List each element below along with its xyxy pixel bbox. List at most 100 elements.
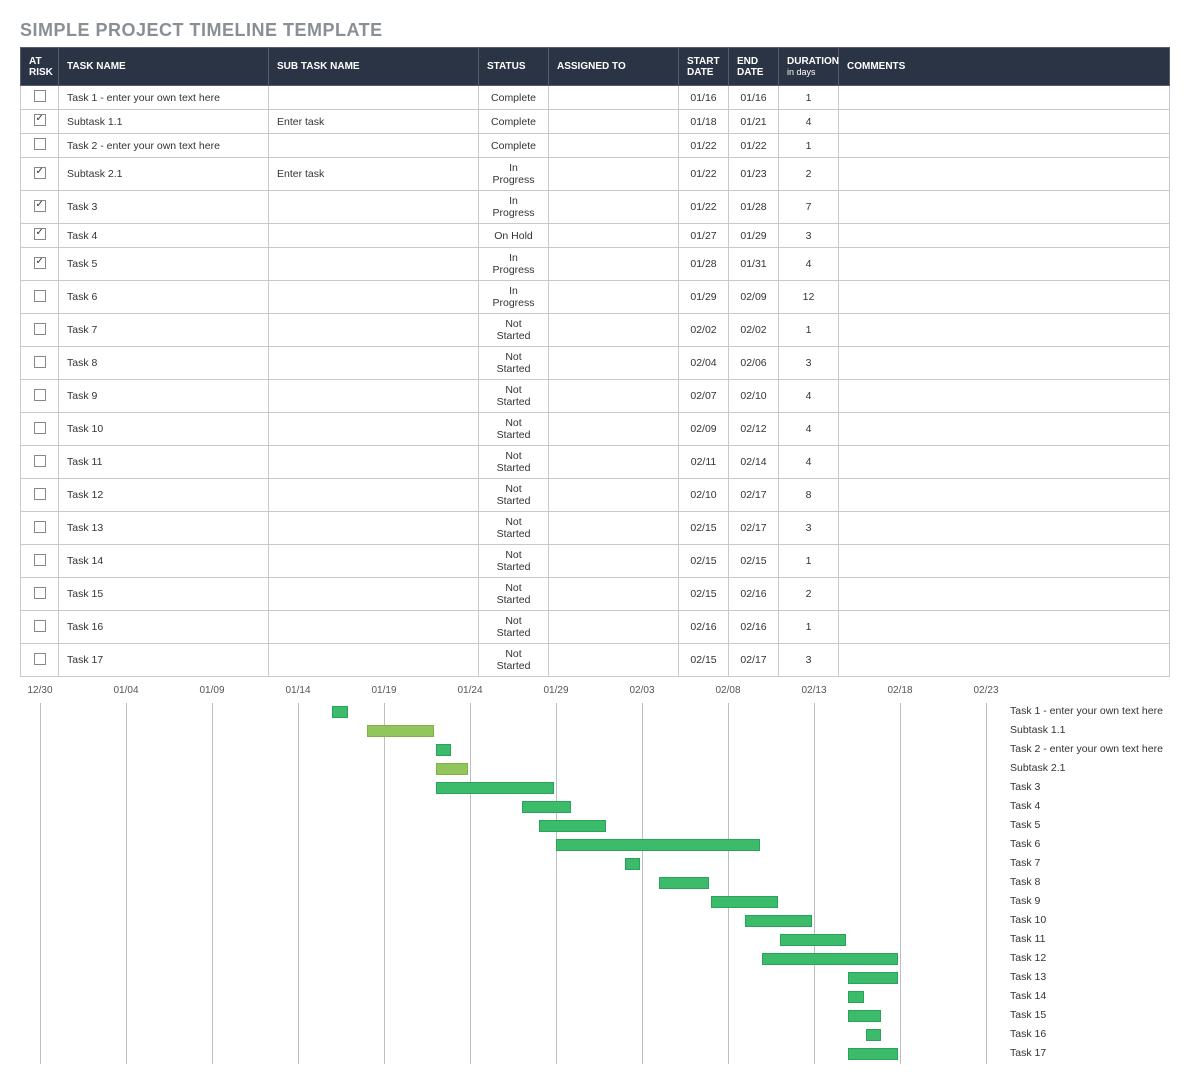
task-name-cell[interactable]: Task 16 bbox=[59, 611, 269, 644]
assigned-cell[interactable] bbox=[549, 512, 679, 545]
gantt-bar[interactable] bbox=[332, 706, 347, 718]
sub-task-cell[interactable] bbox=[269, 347, 479, 380]
task-name-cell[interactable]: Task 14 bbox=[59, 545, 269, 578]
start-date-cell[interactable]: 02/16 bbox=[679, 611, 729, 644]
end-date-cell[interactable]: 01/16 bbox=[729, 86, 779, 110]
assigned-cell[interactable] bbox=[549, 281, 679, 314]
end-date-cell[interactable]: 02/16 bbox=[729, 611, 779, 644]
end-date-cell[interactable]: 02/10 bbox=[729, 380, 779, 413]
at-risk-cell[interactable] bbox=[21, 611, 59, 644]
start-date-cell[interactable]: 02/15 bbox=[679, 545, 729, 578]
sub-task-cell[interactable]: Enter task bbox=[269, 158, 479, 191]
start-date-cell[interactable]: 02/15 bbox=[679, 512, 729, 545]
comments-cell[interactable] bbox=[839, 512, 1170, 545]
start-date-cell[interactable]: 01/29 bbox=[679, 281, 729, 314]
checkbox-icon[interactable] bbox=[34, 167, 46, 179]
assigned-cell[interactable] bbox=[549, 314, 679, 347]
end-date-cell[interactable]: 01/31 bbox=[729, 248, 779, 281]
at-risk-cell[interactable] bbox=[21, 248, 59, 281]
sub-task-cell[interactable] bbox=[269, 281, 479, 314]
start-date-cell[interactable]: 01/18 bbox=[679, 110, 729, 134]
task-name-cell[interactable]: Task 4 bbox=[59, 224, 269, 248]
task-name-cell[interactable]: Task 10 bbox=[59, 413, 269, 446]
comments-cell[interactable] bbox=[839, 134, 1170, 158]
status-cell[interactable]: Not Started bbox=[479, 446, 549, 479]
status-cell[interactable]: Complete bbox=[479, 110, 549, 134]
task-name-cell[interactable]: Subtask 1.1 bbox=[59, 110, 269, 134]
assigned-cell[interactable] bbox=[549, 191, 679, 224]
comments-cell[interactable] bbox=[839, 479, 1170, 512]
task-name-cell[interactable]: Task 9 bbox=[59, 380, 269, 413]
status-cell[interactable]: In Progress bbox=[479, 248, 549, 281]
comments-cell[interactable] bbox=[839, 224, 1170, 248]
comments-cell[interactable] bbox=[839, 110, 1170, 134]
checkbox-icon[interactable] bbox=[34, 257, 46, 269]
end-date-cell[interactable]: 02/17 bbox=[729, 512, 779, 545]
start-date-cell[interactable]: 02/09 bbox=[679, 413, 729, 446]
status-cell[interactable]: Not Started bbox=[479, 545, 549, 578]
start-date-cell[interactable]: 02/15 bbox=[679, 578, 729, 611]
assigned-cell[interactable] bbox=[549, 578, 679, 611]
assigned-cell[interactable] bbox=[549, 158, 679, 191]
gantt-bar[interactable] bbox=[848, 1010, 880, 1022]
comments-cell[interactable] bbox=[839, 158, 1170, 191]
assigned-cell[interactable] bbox=[549, 446, 679, 479]
sub-task-cell[interactable] bbox=[269, 446, 479, 479]
at-risk-cell[interactable] bbox=[21, 512, 59, 545]
status-cell[interactable]: In Progress bbox=[479, 158, 549, 191]
gantt-bar[interactable] bbox=[848, 991, 863, 1003]
gantt-bar[interactable] bbox=[780, 934, 847, 946]
sub-task-cell[interactable] bbox=[269, 224, 479, 248]
start-date-cell[interactable]: 02/10 bbox=[679, 479, 729, 512]
gantt-bar[interactable] bbox=[436, 744, 451, 756]
sub-task-cell[interactable] bbox=[269, 479, 479, 512]
checkbox-icon[interactable] bbox=[34, 521, 46, 533]
checkbox-icon[interactable] bbox=[34, 90, 46, 102]
end-date-cell[interactable]: 01/21 bbox=[729, 110, 779, 134]
at-risk-cell[interactable] bbox=[21, 479, 59, 512]
assigned-cell[interactable] bbox=[549, 644, 679, 677]
task-name-cell[interactable]: Task 13 bbox=[59, 512, 269, 545]
at-risk-cell[interactable] bbox=[21, 314, 59, 347]
start-date-cell[interactable]: 01/22 bbox=[679, 134, 729, 158]
at-risk-cell[interactable] bbox=[21, 347, 59, 380]
comments-cell[interactable] bbox=[839, 413, 1170, 446]
sub-task-cell[interactable] bbox=[269, 314, 479, 347]
at-risk-cell[interactable] bbox=[21, 413, 59, 446]
gantt-bar[interactable] bbox=[436, 763, 468, 775]
end-date-cell[interactable]: 02/16 bbox=[729, 578, 779, 611]
task-name-cell[interactable]: Subtask 2.1 bbox=[59, 158, 269, 191]
status-cell[interactable]: Not Started bbox=[479, 644, 549, 677]
sub-task-cell[interactable] bbox=[269, 413, 479, 446]
assigned-cell[interactable] bbox=[549, 347, 679, 380]
comments-cell[interactable] bbox=[839, 611, 1170, 644]
status-cell[interactable]: Not Started bbox=[479, 380, 549, 413]
at-risk-cell[interactable] bbox=[21, 380, 59, 413]
task-name-cell[interactable]: Task 7 bbox=[59, 314, 269, 347]
status-cell[interactable]: On Hold bbox=[479, 224, 549, 248]
start-date-cell[interactable]: 01/22 bbox=[679, 158, 729, 191]
task-name-cell[interactable]: Task 2 - enter your own text here bbox=[59, 134, 269, 158]
status-cell[interactable]: Not Started bbox=[479, 347, 549, 380]
checkbox-icon[interactable] bbox=[34, 323, 46, 335]
checkbox-icon[interactable] bbox=[34, 114, 46, 126]
start-date-cell[interactable]: 02/04 bbox=[679, 347, 729, 380]
checkbox-icon[interactable] bbox=[34, 620, 46, 632]
comments-cell[interactable] bbox=[839, 191, 1170, 224]
sub-task-cell[interactable] bbox=[269, 578, 479, 611]
checkbox-icon[interactable] bbox=[34, 488, 46, 500]
assigned-cell[interactable] bbox=[549, 224, 679, 248]
checkbox-icon[interactable] bbox=[34, 356, 46, 368]
gantt-bar[interactable] bbox=[625, 858, 640, 870]
sub-task-cell[interactable] bbox=[269, 248, 479, 281]
start-date-cell[interactable]: 02/02 bbox=[679, 314, 729, 347]
comments-cell[interactable] bbox=[839, 281, 1170, 314]
end-date-cell[interactable]: 01/28 bbox=[729, 191, 779, 224]
task-name-cell[interactable]: Task 6 bbox=[59, 281, 269, 314]
start-date-cell[interactable]: 01/16 bbox=[679, 86, 729, 110]
sub-task-cell[interactable]: Enter task bbox=[269, 110, 479, 134]
at-risk-cell[interactable] bbox=[21, 446, 59, 479]
task-name-cell[interactable]: Task 8 bbox=[59, 347, 269, 380]
task-name-cell[interactable]: Task 3 bbox=[59, 191, 269, 224]
at-risk-cell[interactable] bbox=[21, 86, 59, 110]
